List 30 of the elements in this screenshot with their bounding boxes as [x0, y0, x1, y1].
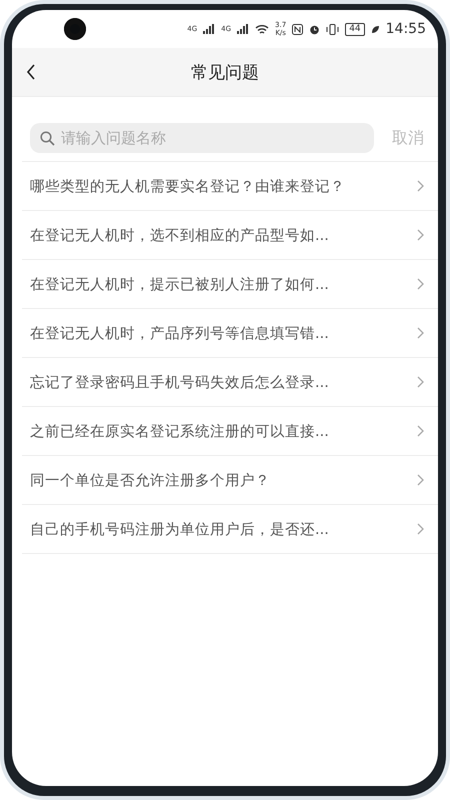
chevron-icon [417, 523, 424, 535]
question-item[interactable]: 自己的手机号码注册为单位用户后，是否还... [22, 504, 438, 554]
back-icon [26, 64, 36, 80]
signal-icon [203, 24, 216, 34]
question-item[interactable]: 哪些类型的无人机需要实名登记？由谁来登记？ [22, 161, 438, 210]
chevron-icon [417, 376, 424, 388]
chevron-icon [417, 474, 424, 486]
question-item[interactable]: 之前已经在原实名登记系统注册的可以直接... [22, 406, 438, 455]
question-item[interactable]: 在登记无人机时，产品序列号等信息填写错... [22, 308, 438, 357]
question-item[interactable]: 在登记无人机时，提示已被别人注册了如何... [22, 259, 438, 308]
chevron-icon [417, 425, 424, 437]
page-title: 常见问题 [190, 62, 260, 84]
signal-icon [237, 24, 250, 34]
question-item[interactable]: 忘记了登录密码且手机号码失效后怎么登录... [22, 357, 438, 406]
search-icon [40, 131, 55, 146]
search-field[interactable]: 请输入问题名称 [30, 123, 374, 153]
chevron-icon [417, 327, 424, 339]
nfc-icon [292, 24, 304, 34]
wifi-icon [255, 24, 270, 34]
alarm-icon [309, 24, 320, 34]
leaf-icon [370, 24, 380, 34]
question-item[interactable]: 同一个单位是否允许注册多个用户？ [22, 455, 438, 504]
chevron-icon [417, 180, 424, 192]
camera-icon [64, 18, 86, 40]
vibrate-icon [326, 24, 340, 34]
chevron-icon [417, 278, 424, 290]
chevron-icon [417, 229, 424, 241]
question-item[interactable]: 在登记无人机时，选不到相应的产品型号如... [22, 210, 438, 259]
battery-level: 44 [345, 22, 365, 36]
clock-time: 14:55 [386, 21, 426, 37]
